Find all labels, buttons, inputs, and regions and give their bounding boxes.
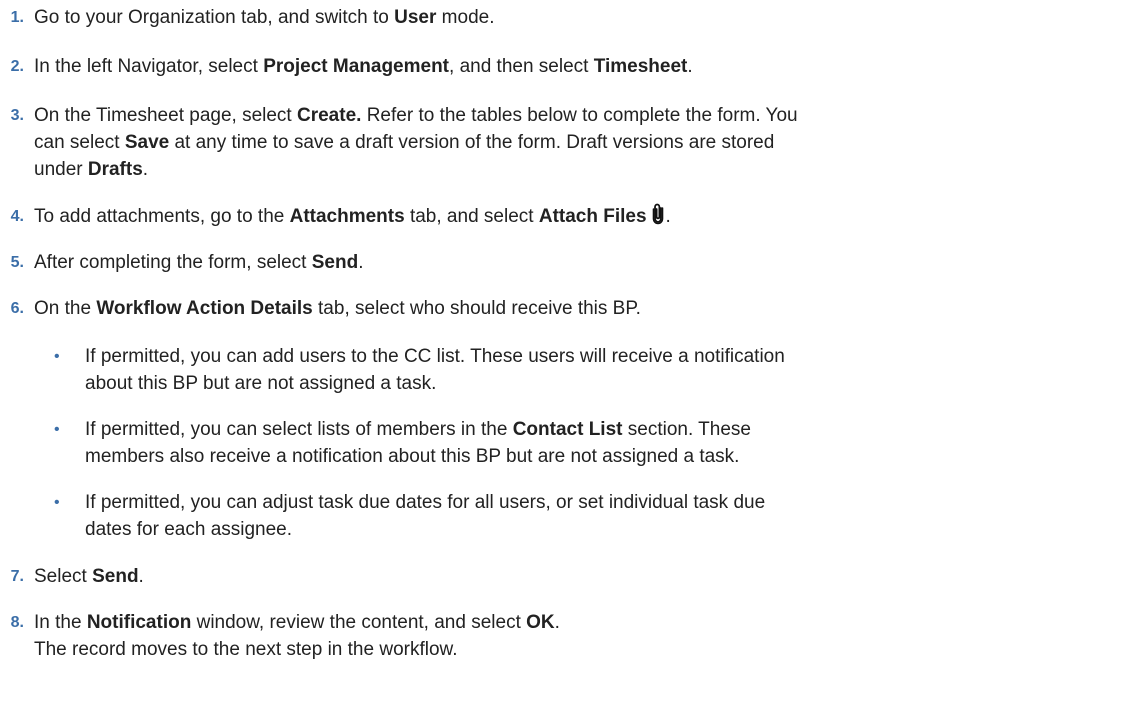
step-5: 5. After completing the form, select Sen…: [0, 249, 364, 276]
bold-term: OK: [526, 612, 555, 633]
bold-term: Timesheet: [593, 56, 688, 77]
bullet-text-line-2: about this BP but are not assigned a tas…: [85, 373, 437, 394]
step-text: In the left Navigator, select Project Ma…: [34, 56, 693, 77]
bold-term: Drafts: [87, 159, 143, 180]
bold-term: Attachments: [289, 206, 405, 227]
step-1: 1. Go to your Organization tab, and swit…: [0, 4, 495, 31]
step-text: Select Send.: [34, 566, 144, 587]
step-6: 6. On the Workflow Action Details tab, s…: [0, 295, 1134, 322]
step-number: 2.: [10, 58, 24, 75]
bullet-text-line-2: members also receive a notification abou…: [85, 446, 740, 467]
bullet-item-cc-list: • If permitted, you can add users to the…: [34, 343, 785, 397]
bold-term: User: [394, 7, 437, 28]
step-text-line-1: In the Notification window, review the c…: [34, 612, 560, 633]
step-number: 5.: [10, 254, 24, 271]
step-number: 1.: [10, 9, 24, 26]
bold-term: Contact List: [512, 419, 623, 440]
bullet-text-line-1: If permitted, you can select lists of me…: [85, 419, 751, 440]
bullet-item-contact-list: • If permitted, you can select lists of …: [34, 416, 751, 470]
bold-term: Save: [124, 132, 170, 153]
bullet-marker: •: [54, 348, 60, 365]
step-4: 4. To add attachments, go to the Attachm…: [0, 203, 671, 230]
step-8: 8. In the Notification window, review th…: [0, 609, 560, 663]
bullet-text-line-1: If permitted, you can adjust task due da…: [85, 492, 766, 513]
step-text-line-1: On the Timesheet page, select Create. Re…: [34, 105, 798, 126]
step-number: 6.: [10, 300, 24, 317]
bullet-text-line-2: dates for each assignee.: [85, 519, 293, 540]
step-number: 7.: [10, 568, 24, 585]
bullet-text-line-1: If permitted, you can add users to the C…: [85, 346, 785, 367]
bullet-marker: •: [54, 421, 60, 438]
step-text-line-2: The record moves to the next step in the…: [34, 639, 458, 660]
bold-term: Notification: [86, 612, 192, 633]
step-7: 7. Select Send.: [0, 563, 144, 590]
bold-term: Send: [311, 252, 359, 273]
step-text-line-3: under Drafts.: [34, 159, 149, 180]
step-text: To add attachments, go to the Attachment…: [34, 203, 671, 230]
step-2: 2. In the left Navigator, select Project…: [0, 53, 693, 80]
step-text: Go to your Organization tab, and switch …: [34, 7, 495, 28]
step-3: 3. On the Timesheet page, select Create.…: [0, 102, 798, 183]
bold-term: Attach Files: [538, 206, 647, 227]
paperclip-icon: [650, 203, 666, 225]
instructions-page: 1. Go to your Organization tab, and swit…: [0, 0, 1145, 713]
step-number: 4.: [10, 208, 24, 225]
bold-term: Workflow Action Details: [96, 298, 313, 319]
bold-term: Send: [92, 566, 139, 587]
step-text: After completing the form, select Send.: [34, 252, 364, 273]
step-number: 3.: [10, 107, 24, 124]
step-text-line-2: can select Save at any time to save a dr…: [34, 132, 775, 153]
bold-term: Create.: [297, 105, 362, 126]
bold-term: Project Management: [263, 56, 450, 77]
step-text: On the Workflow Action Details tab, sele…: [34, 298, 641, 319]
bullet-item-due-dates: • If permitted, you can adjust task due …: [34, 489, 765, 543]
bullet-marker: •: [54, 494, 60, 511]
step-number: 8.: [10, 614, 24, 631]
